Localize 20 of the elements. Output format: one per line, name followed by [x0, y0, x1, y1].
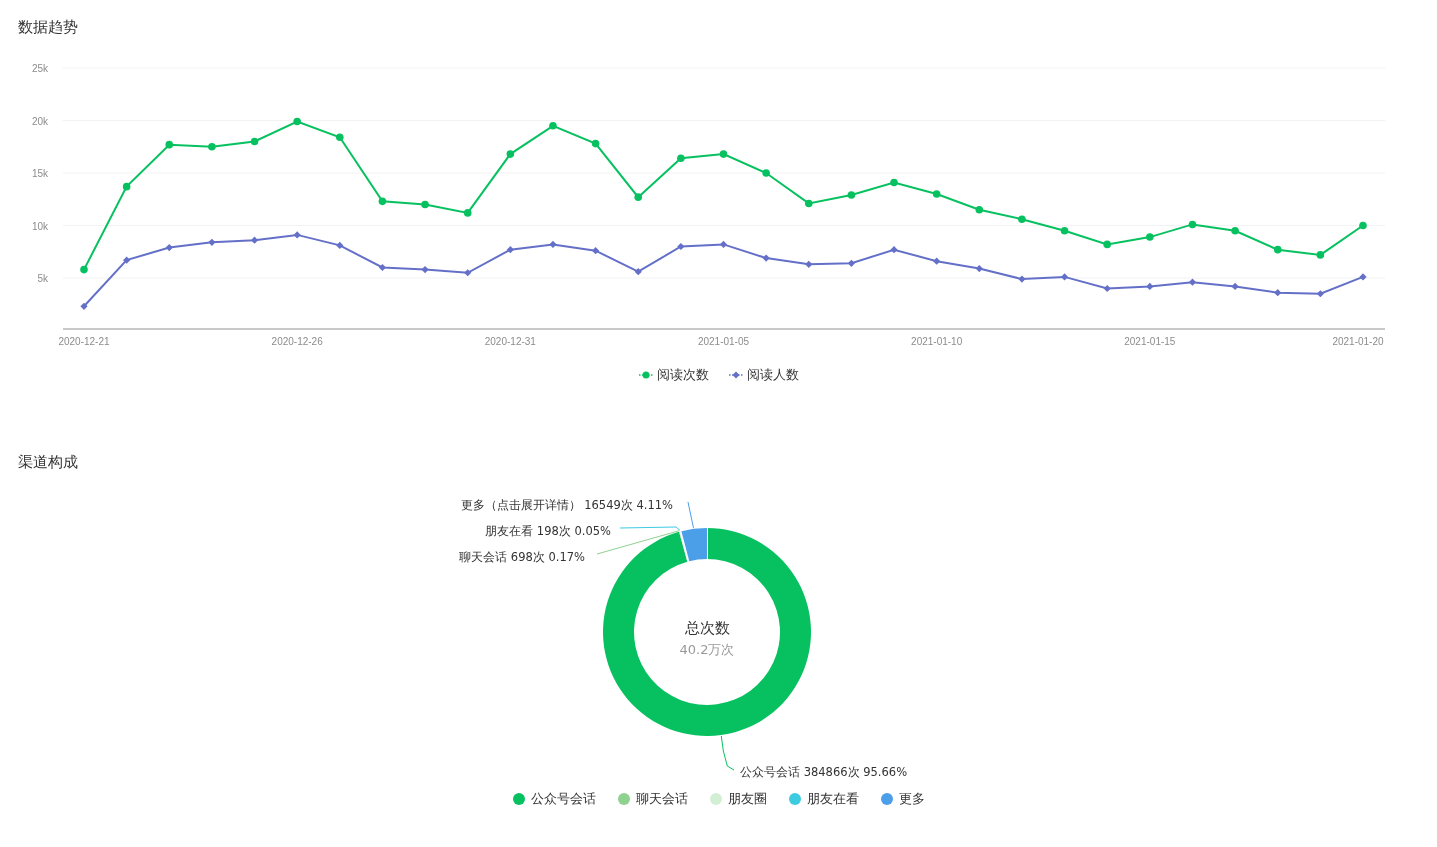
- axis-label: 2021-01-20: [1332, 336, 1384, 347]
- axis-label: 15k: [31, 168, 48, 179]
- section-title: 数据趋势: [17, 17, 79, 37]
- total-label: 总次数: [684, 619, 730, 637]
- slice-label: 朋友在看 198次 0.05%: [485, 524, 611, 538]
- axis-label: 10k: [31, 220, 48, 232]
- slice-label: 聊天会话 698次 0.17%: [459, 550, 585, 564]
- axis-label: 2021-01-10: [911, 336, 963, 347]
- slice-label: 更多（点击展开详情） 16549次 4.11%: [460, 498, 673, 512]
- axis-label: 20k: [31, 115, 48, 127]
- axis-label: 2020-12-21: [58, 336, 110, 347]
- axis-label: 5k: [37, 273, 48, 284]
- slice-label: 公众号会话 384866次 95.66%: [740, 765, 908, 779]
- axis-label: 2020-12-31: [484, 336, 536, 347]
- axis-label: 25k: [31, 63, 48, 74]
- axis-label: 2021-01-15: [1124, 336, 1176, 347]
- axis-label: 2021-01-05: [697, 336, 750, 347]
- section-title: 渠道构成: [17, 452, 79, 472]
- total-value: 40.2万次: [679, 642, 735, 657]
- axis-label: 2020-12-26: [271, 336, 323, 347]
